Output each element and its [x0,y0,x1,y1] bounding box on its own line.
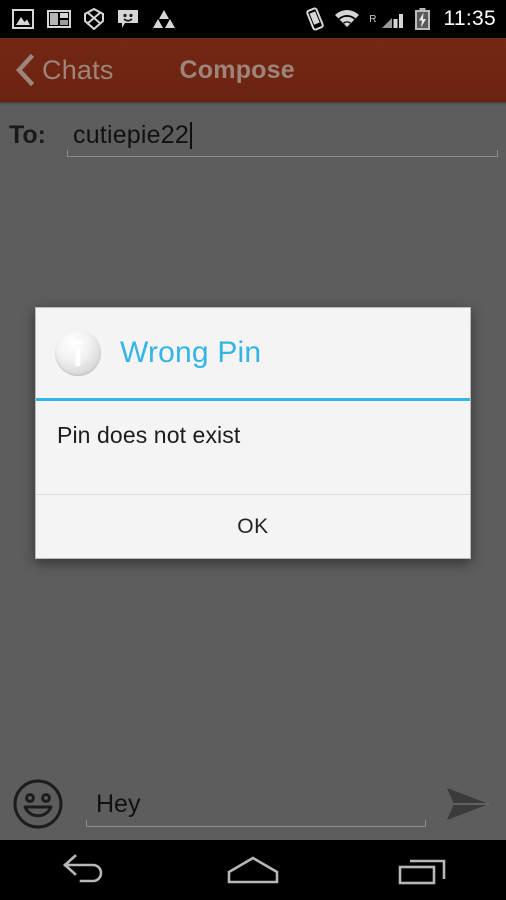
roaming-indicator: R [369,14,377,25]
action-bar-shadow [0,102,506,105]
status-bar-system: R 11:35 [305,7,496,31]
smiley-message-icon [118,10,138,28]
no-sim-icon [84,8,104,30]
battery-charging-icon [414,7,430,30]
nav-recents-button[interactable] [377,844,467,896]
recipient-value: cutiepie22 [73,120,189,149]
nav-home-icon [227,856,279,884]
text-cursor [189,121,192,149]
emoji-smiley-icon[interactable] [12,778,64,830]
status-bar: R 11:35 [0,0,506,38]
dialog-message: Pin does not exist [57,422,241,448]
message-input[interactable]: Hey [86,781,426,827]
recipient-input[interactable]: cutiepie22 [67,113,498,157]
page-title: Compose [179,55,295,84]
nav-home-button[interactable] [208,844,298,896]
dialog-ok-button[interactable]: OK [36,495,470,558]
signal-icon [381,14,403,28]
chevron-left-icon [15,54,34,86]
recipient-input-underline [67,150,498,157]
alert-dialog: Wrong Pin Pin does not exist OK [35,307,471,559]
screenshot-icon [47,10,71,28]
wifi-icon [335,10,360,27]
back-to-chats-button[interactable]: Chats [0,38,124,102]
send-icon[interactable] [444,784,492,824]
back-button-label: Chats [42,54,114,85]
system-nav-bar [0,840,506,900]
recipient-label: To: [9,120,47,149]
status-bar-notifications [12,8,305,30]
nav-recents-icon [398,859,445,885]
info-icon [55,330,101,376]
nav-back-icon [63,854,103,883]
dialog-title: Wrong Pin [120,336,262,369]
dialog-ok-button-label: OK [237,514,269,538]
dialog-body: Pin does not exist [36,401,470,494]
triangle-app-icon [153,10,175,28]
dialog-header: Wrong Pin [36,308,470,398]
nav-back-button[interactable] [39,844,129,896]
phone-screen: R 11:35 Chats Compose To: cutiepie22 Wro… [0,0,506,900]
vibrate-icon [306,7,325,31]
photo-icon [12,9,34,29]
compose-bar: Hey [0,768,506,840]
action-bar: Chats Compose [0,38,506,102]
message-input-underline [86,820,426,827]
message-value: Hey [96,789,141,818]
status-bar-clock: 11:35 [443,7,496,30]
recipient-row: To: cutiepie22 [0,106,506,164]
